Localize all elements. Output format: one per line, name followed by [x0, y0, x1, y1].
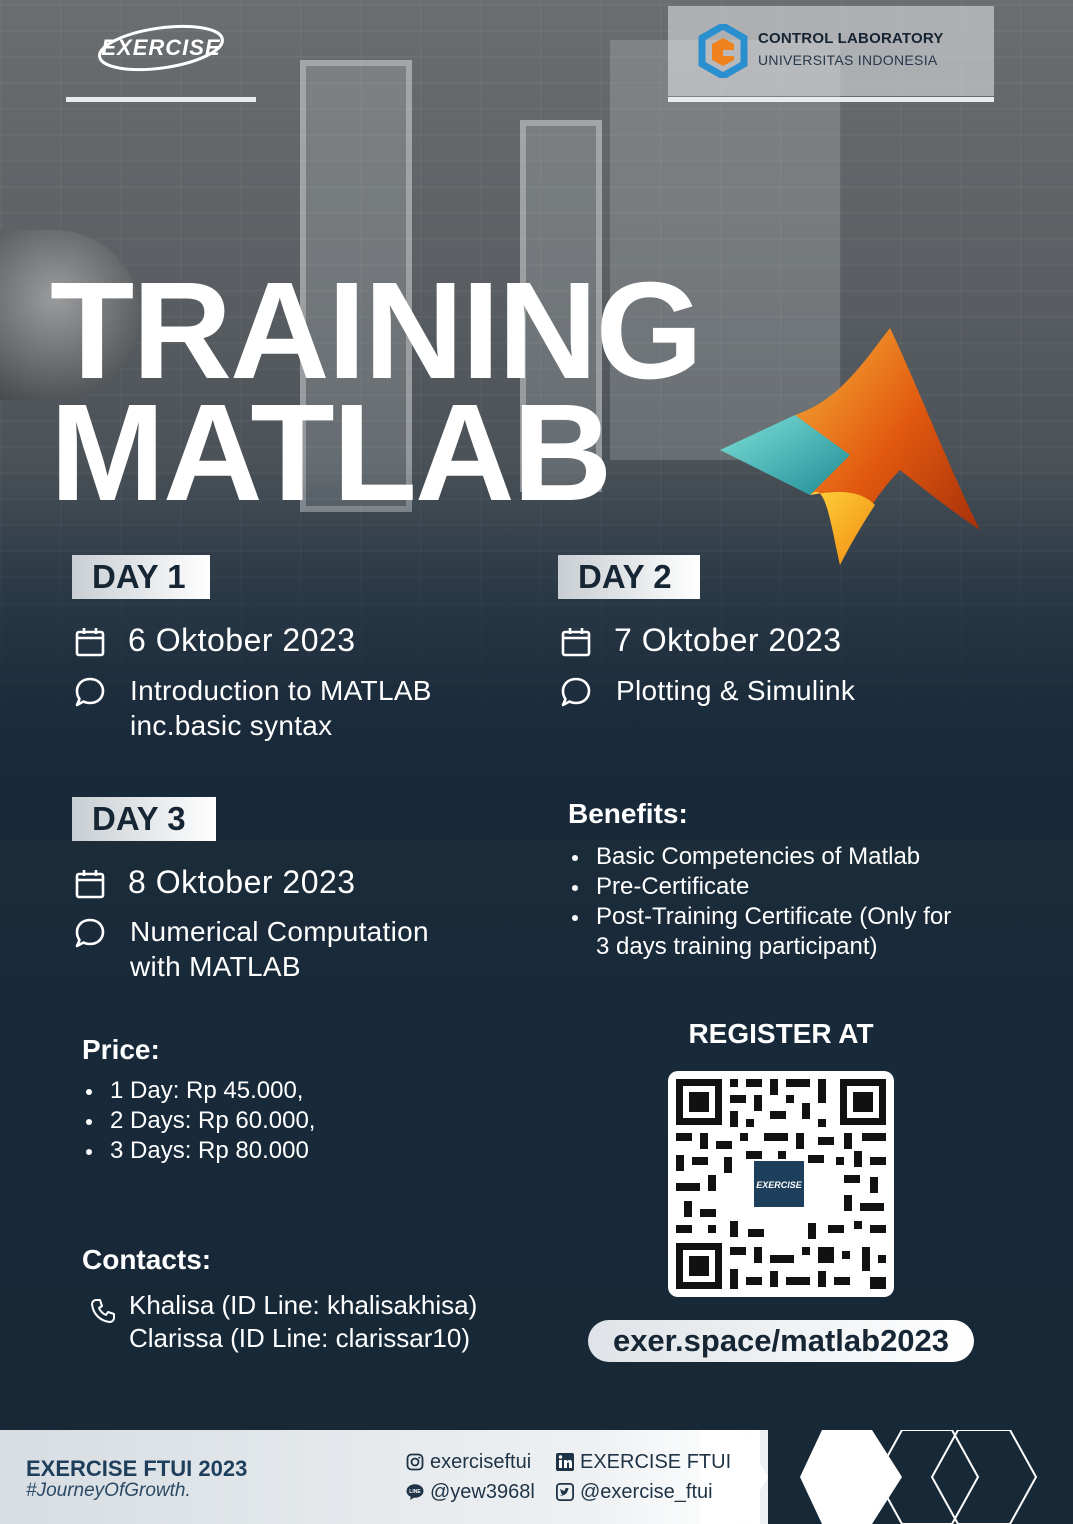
exercise-logo: EXERCISE	[98, 24, 224, 72]
benefit-item-continuation: 3 days training participant)	[596, 933, 878, 960]
footer-arrow-shape	[700, 1430, 768, 1524]
footer-hexagon-decoration	[760, 1430, 1073, 1524]
line-app-icon: LINE	[406, 1484, 424, 1500]
price-item: 3 Days: Rp 80.000	[82, 1136, 482, 1166]
linkedin-link[interactable]: EXERCISE FTUI	[556, 1451, 731, 1474]
benefit-item: Pre-Certificate	[568, 872, 1008, 902]
contact-line-1: Khalisa (ID Line: khalisakhisa)	[129, 1290, 478, 1320]
day-1-date: 6 Oktober 2023	[128, 622, 356, 658]
price-title: Price:	[82, 1034, 160, 1065]
day-3-topic-line-2: with MATLAB	[130, 951, 301, 982]
poster: EXERCISE CONTROL LABORATORY UNIVERSITAS …	[0, 0, 1073, 1524]
header-rule-right	[668, 97, 994, 102]
register-url-link[interactable]: exer.space/matlab2023	[588, 1320, 974, 1362]
linkedin-handle: EXERCISE FTUI	[580, 1451, 732, 1473]
day-3-date: 8 Oktober 2023	[128, 864, 356, 900]
twitter-link[interactable]: @exercise_ftui	[556, 1481, 713, 1504]
chat-bubble-icon	[75, 677, 105, 707]
benefits-title: Benefits:	[568, 798, 688, 829]
line-handle: @yew3968l	[430, 1481, 535, 1503]
matlab-logo-icon	[720, 328, 980, 565]
instagram-link[interactable]: exerciseftui	[406, 1451, 531, 1474]
day-1-badge: DAY 1	[72, 555, 210, 599]
control-lab-icon	[698, 24, 748, 78]
calendar-icon	[75, 870, 105, 899]
twitter-icon	[556, 1483, 574, 1501]
benefits-list: Basic Competencies of Matlab Pre-Certifi…	[568, 842, 1008, 932]
qr-code-pattern: EXERCISE	[676, 1079, 886, 1289]
day-2-date: 7 Oktober 2023	[614, 622, 842, 658]
header-rule-left	[66, 97, 256, 102]
contact-line-2: Clarissa (ID Line: clarissar10)	[129, 1323, 470, 1353]
day-2-topic: Plotting & Simulink	[616, 675, 856, 706]
partner-name: CONTROL LABORATORY	[758, 30, 944, 47]
day-3-badge: DAY 3	[72, 797, 216, 841]
title-line-2: MATLAB	[50, 376, 612, 530]
linkedin-icon	[556, 1453, 574, 1471]
chat-bubble-icon	[75, 918, 105, 948]
svg-text:EXERCISE: EXERCISE	[756, 1180, 803, 1190]
day-1-topic-line-1: Introduction to MATLAB	[130, 675, 432, 706]
register-title: REGISTER AT	[688, 1018, 874, 1049]
line-link[interactable]: LINE @yew3968l	[406, 1481, 535, 1504]
benefit-item: Post-Training Certificate (Only for	[568, 902, 1008, 932]
instagram-handle: exerciseftui	[430, 1451, 532, 1473]
day-3-topic-line-1: Numerical Computation	[130, 916, 429, 947]
svg-text:EXERCISE: EXERCISE	[101, 35, 221, 60]
footer-tagline: #JourneyOfGrowth.	[26, 1480, 191, 1501]
footer-brand: EXERCISE FTUI 2023	[26, 1456, 248, 1481]
day-2-badge: DAY 2	[558, 555, 700, 599]
contacts-title: Contacts:	[82, 1244, 212, 1275]
benefit-item: Basic Competencies of Matlab	[568, 842, 1008, 872]
partner-subtitle: UNIVERSITAS INDONESIA	[758, 52, 938, 68]
chat-bubble-icon	[561, 677, 591, 707]
price-item: 2 Days: Rp 60.000,	[82, 1106, 482, 1136]
calendar-icon	[561, 628, 591, 657]
twitter-handle: @exercise_ftui	[580, 1481, 713, 1503]
instagram-icon	[406, 1453, 424, 1471]
price-item: 1 Day: Rp 45.000,	[82, 1076, 482, 1106]
qr-code[interactable]: EXERCISE	[668, 1071, 894, 1297]
price-list: 1 Day: Rp 45.000, 2 Days: Rp 60.000, 3 D…	[82, 1076, 482, 1166]
day-1-topic-line-2: inc.basic syntax	[130, 710, 333, 741]
svg-text:LINE: LINE	[409, 1489, 421, 1495]
phone-icon	[91, 1299, 115, 1323]
calendar-icon	[75, 628, 105, 657]
